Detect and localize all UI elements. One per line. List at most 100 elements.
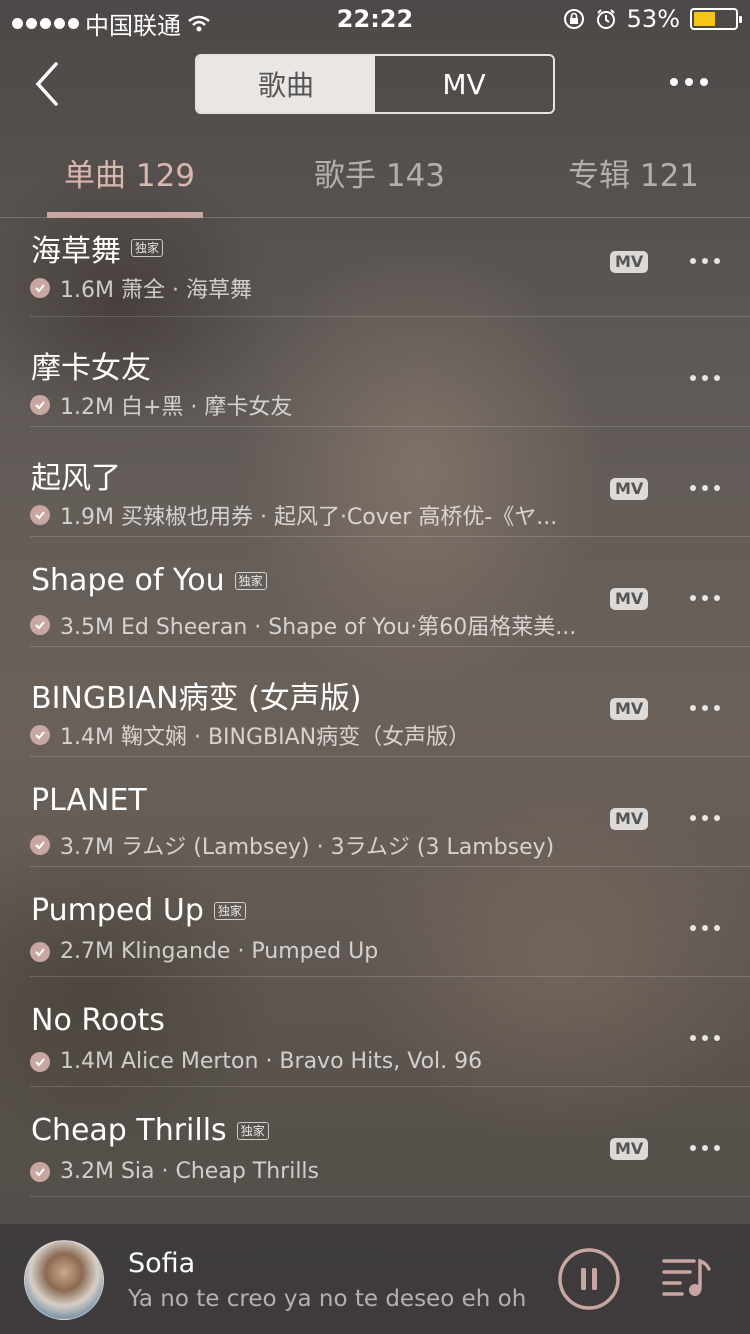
song-row[interactable]: Pumped Up 独家 2.7M Klingande · Pumped Up: [30, 867, 750, 977]
song-title: No Roots: [31, 1003, 165, 1038]
song-title-line: Pumped Up 独家: [31, 893, 246, 928]
song-row[interactable]: 摩卡女友 1.2M 白+黑 · 摩卡女友: [30, 317, 750, 427]
song-subtitle-line: 1.6M 萧全 · 海草舞: [30, 272, 600, 304]
song-title-line: Cheap Thrills 独家: [31, 1113, 269, 1148]
status-bar: 中国联通 22:22 53%: [0, 0, 750, 40]
mv-badge[interactable]: MV: [610, 251, 649, 273]
tab-artists[interactable]: 歌手 143: [314, 150, 445, 195]
mv-badge[interactable]: MV: [610, 698, 649, 720]
song-meta: 1.4M 鞠文娴 · BINGBIAN病变（女声版）: [60, 725, 471, 750]
song-title: 摩卡女友: [31, 351, 151, 386]
song-more-button[interactable]: [690, 258, 720, 264]
segment-control: 歌曲 MV: [195, 54, 555, 114]
song-subtitle-line: 3.5M Ed Sheeran · Shape of You·第60届格莱美..…: [30, 609, 600, 641]
song-more-button[interactable]: [690, 925, 720, 931]
quality-check-icon: [30, 1051, 50, 1072]
song-meta: 1.6M 萧全 · 海草舞: [60, 278, 252, 303]
pause-button[interactable]: [557, 1247, 621, 1311]
song-row[interactable]: 海草舞 独家 1.6M 萧全 · 海草舞 MV: [30, 218, 750, 317]
mv-badge[interactable]: MV: [610, 588, 649, 610]
song-meta: 3.7M ラムジ (Lambsey) · 3ラムジ (3 Lambsey): [60, 835, 555, 860]
quality-check-icon: [30, 615, 50, 635]
song-title: 起风了: [31, 461, 121, 496]
song-more-button[interactable]: [690, 705, 720, 711]
exclusive-badge: 独家: [236, 1121, 269, 1140]
quality-check-icon: [30, 725, 50, 745]
song-subtitle-line: 3.2M Sia · Cheap Thrills: [30, 1159, 600, 1184]
song-title: Shape of You: [31, 563, 225, 598]
mv-badge[interactable]: MV: [610, 808, 649, 830]
exclusive-badge: 独家: [131, 239, 164, 257]
album-art[interactable]: [24, 1240, 104, 1320]
song-title-line: 摩卡女友: [31, 343, 151, 387]
quality-check-icon: [30, 395, 50, 415]
song-title-line: Shape of You 独家: [31, 563, 267, 598]
song-meta: 2.7M Klingande · Pumped Up: [60, 939, 379, 964]
chevron-left-icon: [35, 62, 58, 106]
song-row[interactable]: PLANET 3.7M ラムジ (Lambsey) · 3ラムジ (3 Lambs…: [30, 757, 750, 867]
nav-bar: 歌曲 MV: [0, 54, 750, 114]
song-title-line: PLANET: [31, 783, 147, 818]
quality-check-icon: [30, 941, 50, 962]
segment-mv[interactable]: MV: [375, 56, 553, 112]
song-meta: 1.2M 白+黑 · 摩卡女友: [60, 395, 293, 420]
song-row[interactable]: 起风了 1.9M 买辣椒也用券 · 起风了·Cover 高桥优-《ヤ... MV: [30, 427, 750, 537]
exclusive-badge: 独家: [213, 901, 246, 920]
quality-check-icon: [30, 835, 50, 855]
pause-icon: [558, 1248, 620, 1310]
song-title-line: 起风了: [31, 453, 121, 497]
song-title-line: No Roots: [31, 1003, 165, 1038]
song-more-button[interactable]: [690, 815, 720, 821]
song-subtitle-line: 1.2M 白+黑 · 摩卡女友: [30, 389, 600, 421]
segment-songs[interactable]: 歌曲: [197, 56, 375, 112]
song-subtitle-line: 3.7M ラムジ (Lambsey) · 3ラムジ (3 Lambsey): [30, 829, 600, 861]
player-song-title: Sofia: [128, 1248, 196, 1279]
category-tabs: 单曲 129 歌手 143 专辑 121: [0, 140, 750, 218]
tab-albums[interactable]: 专辑 121: [568, 150, 699, 195]
tab-singles[interactable]: 单曲 129: [64, 150, 195, 195]
alarm-icon: [596, 9, 615, 29]
playlist-icon: [662, 1258, 711, 1296]
rotation-lock-icon: [563, 9, 584, 29]
song-row[interactable]: No Roots 1.4M Alice Merton · Bravo Hits, …: [30, 977, 750, 1087]
song-more-button[interactable]: [690, 1145, 720, 1151]
song-subtitle-line: 1.4M Alice Merton · Bravo Hits, Vol. 96: [30, 1049, 600, 1074]
song-title: Cheap Thrills: [31, 1113, 227, 1148]
song-more-button[interactable]: [690, 595, 720, 601]
song-more-button[interactable]: [690, 485, 720, 491]
song-row[interactable]: Cheap Thrills 独家 3.2M Sia · Cheap Thrills M…: [30, 1087, 750, 1197]
song-subtitle-line: 1.4M 鞠文娴 · BINGBIAN病变（女声版）: [30, 719, 600, 751]
song-title: PLANET: [31, 783, 147, 818]
mv-badge[interactable]: MV: [610, 1138, 649, 1160]
song-title: 海草舞: [31, 234, 121, 269]
song-title-line: 海草舞 独家: [31, 226, 164, 270]
mv-badge[interactable]: MV: [610, 478, 649, 500]
more-options-button[interactable]: [670, 78, 708, 86]
song-row[interactable]: BINGBIAN病变 (女声版) 1.4M 鞠文娴 · BINGBIAN病变（女声…: [30, 647, 750, 757]
battery-percent: 53%: [626, 5, 680, 33]
battery-fill: [694, 12, 716, 26]
song-title: Pumped Up: [31, 893, 204, 928]
status-right: 53%: [563, 5, 742, 33]
playlist-button[interactable]: [662, 1255, 712, 1299]
song-list[interactable]: 海草舞 独家 1.6M 萧全 · 海草舞 MV 摩卡女友 1.2M 白+黑 · 摩卡女友起…: [0, 218, 750, 1223]
song-subtitle-line: 1.9M 买辣椒也用券 · 起风了·Cover 高桥优-《ヤ...: [30, 499, 600, 531]
exclusive-badge: 独家: [234, 571, 267, 590]
song-more-button[interactable]: [690, 1035, 720, 1041]
song-meta: 3.5M Ed Sheeran · Shape of You·第60届格莱美..…: [60, 615, 577, 640]
song-subtitle-line: 2.7M Klingande · Pumped Up: [30, 939, 600, 964]
song-row[interactable]: Shape of You 独家 3.5M Ed Sheeran · Shape of…: [30, 537, 750, 647]
battery-icon: [690, 8, 742, 30]
quality-check-icon: [30, 1161, 50, 1182]
mini-player[interactable]: Sofia Ya no te creo ya no te deseo eh oh: [0, 1224, 750, 1334]
back-button[interactable]: [30, 60, 70, 108]
song-row[interactable]: [30, 1197, 750, 1223]
song-title: BINGBIAN病变 (女声版): [31, 681, 362, 716]
song-title-line: BINGBIAN病变 (女声版): [31, 673, 361, 717]
player-lyric: Ya no te creo ya no te deseo eh oh: [128, 1286, 527, 1312]
quality-check-icon: [30, 505, 50, 525]
song-meta: 3.2M Sia · Cheap Thrills: [60, 1159, 320, 1184]
quality-check-icon: [30, 278, 50, 298]
song-more-button[interactable]: [690, 375, 720, 381]
song-meta: 1.4M Alice Merton · Bravo Hits, Vol. 96: [60, 1049, 483, 1074]
